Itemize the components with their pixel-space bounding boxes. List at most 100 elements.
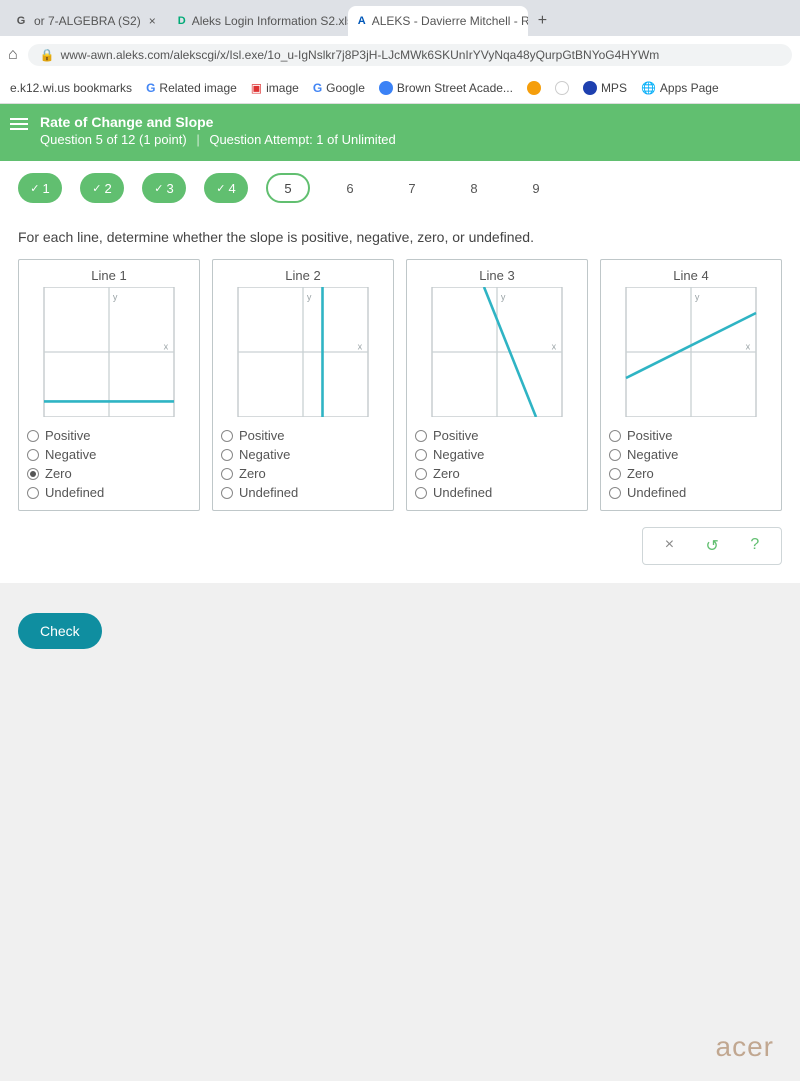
browser-tab-active[interactable]: A ALEKS - Davierre Mitchell - Rate × <box>348 6 528 36</box>
new-tab-button[interactable]: + <box>528 6 557 36</box>
bookmark-item[interactable]: e.k12.wi.us bookmarks <box>10 81 132 95</box>
q-num: 8 <box>470 181 477 196</box>
question-content: For each line, determine whether the slo… <box>0 215 800 583</box>
site-icon <box>555 81 569 95</box>
line-card: Line 4 y x Positive Negative Zero Undefi… <box>600 259 782 511</box>
question-pill[interactable]: 9 <box>514 173 558 203</box>
q-num: 2 <box>104 181 111 196</box>
radio-icon <box>221 449 233 461</box>
option-label: Undefined <box>239 485 298 500</box>
q-num: 6 <box>346 181 353 196</box>
bookmark-item[interactable]: 🌐 Apps Page <box>641 81 719 95</box>
option-label: Zero <box>433 466 460 481</box>
option-label: Undefined <box>433 485 492 500</box>
bookmark-item[interactable]: Brown Street Acade... <box>379 81 513 95</box>
option-label: Zero <box>45 466 72 481</box>
radio-icon <box>609 487 621 499</box>
question-pill[interactable]: ✓1 <box>18 173 62 203</box>
radio-icon <box>221 468 233 480</box>
question-pill-current[interactable]: 5 <box>266 173 310 203</box>
svg-text:y: y <box>113 292 118 302</box>
option-group: Positive Negative Zero Undefined <box>27 428 191 500</box>
bookmark-item[interactable]: G Related image <box>146 81 237 95</box>
q-num: 3 <box>166 181 173 196</box>
question-pill[interactable]: 7 <box>390 173 434 203</box>
menu-icon[interactable] <box>10 118 28 130</box>
option-undefined[interactable]: Undefined <box>221 485 385 500</box>
question-pill[interactable]: ✓4 <box>204 173 248 203</box>
bookmark-label: Apps Page <box>660 81 719 95</box>
option-negative[interactable]: Negative <box>27 447 191 462</box>
bookmark-item[interactable] <box>527 81 541 95</box>
svg-text:x: x <box>746 341 751 351</box>
question-pill[interactable]: 8 <box>452 173 496 203</box>
answer-tools: × ↺ ? <box>642 527 782 565</box>
option-label: Positive <box>239 428 285 443</box>
bookmark-label: Related image <box>159 81 236 95</box>
radio-icon <box>27 468 39 480</box>
radio-icon <box>221 430 233 442</box>
option-positive[interactable]: Positive <box>221 428 385 443</box>
help-button[interactable]: ? <box>750 536 759 556</box>
close-icon[interactable]: × <box>147 14 158 28</box>
option-label: Zero <box>239 466 266 481</box>
favicon: G <box>14 14 28 28</box>
option-negative[interactable]: Negative <box>415 447 579 462</box>
bookmark-label: Google <box>326 81 365 95</box>
q-num: 5 <box>284 181 291 196</box>
site-icon <box>583 81 597 95</box>
question-pill[interactable]: ✓2 <box>80 173 124 203</box>
image-icon: ▣ <box>251 81 262 95</box>
topic-title: Rate of Change and Slope <box>40 114 786 130</box>
bookmark-item[interactable]: GGoogle <box>313 81 365 95</box>
bookmark-item[interactable] <box>555 81 569 95</box>
question-count: Question 5 of 12 (1 point) <box>40 132 187 147</box>
question-prompt: For each line, determine whether the slo… <box>18 229 782 245</box>
option-undefined[interactable]: Undefined <box>27 485 191 500</box>
check-row: Check <box>0 583 800 679</box>
check-button[interactable]: Check <box>18 613 102 649</box>
question-pill[interactable]: ✓3 <box>142 173 186 203</box>
option-group: Positive Negative Zero Undefined <box>221 428 385 500</box>
home-icon[interactable]: ⌂ <box>8 46 18 64</box>
globe-icon: 🌐 <box>641 81 656 95</box>
option-positive[interactable]: Positive <box>609 428 773 443</box>
site-icon <box>527 81 541 95</box>
aleks-header: Rate of Change and Slope Question 5 of 1… <box>0 104 800 161</box>
radio-icon <box>415 468 427 480</box>
option-zero[interactable]: Zero <box>415 466 579 481</box>
option-positive[interactable]: Positive <box>27 428 191 443</box>
option-label: Positive <box>627 428 673 443</box>
bookmark-label: e.k12.wi.us bookmarks <box>10 81 132 95</box>
radio-icon <box>27 487 39 499</box>
option-zero[interactable]: Zero <box>27 466 191 481</box>
clear-button[interactable]: × <box>665 536 674 556</box>
question-pill[interactable]: 6 <box>328 173 372 203</box>
option-undefined[interactable]: Undefined <box>415 485 579 500</box>
reset-button[interactable]: ↺ <box>706 536 719 556</box>
url-input[interactable]: 🔒 www-awn.aleks.com/alekscgi/x/Isl.exe/1… <box>28 44 792 66</box>
question-nav: ✓1 ✓2 ✓3 ✓4 5 6 7 8 9 <box>0 161 800 215</box>
google-icon: G <box>146 81 155 95</box>
svg-text:y: y <box>501 292 506 302</box>
bookmark-item[interactable]: ▣image <box>251 81 299 95</box>
mini-graph: y x <box>415 287 579 417</box>
option-label: Negative <box>433 447 484 462</box>
option-positive[interactable]: Positive <box>415 428 579 443</box>
browser-tab[interactable]: G or 7-ALGEBRA (S2) × <box>4 6 168 36</box>
bookmarks-bar: e.k12.wi.us bookmarks G Related image ▣im… <box>0 74 800 104</box>
option-negative[interactable]: Negative <box>609 447 773 462</box>
option-label: Negative <box>627 447 678 462</box>
option-label: Undefined <box>45 485 104 500</box>
browser-tab[interactable]: D Aleks Login Information S2.xlsx × <box>168 6 348 36</box>
bookmark-item[interactable]: MPS <box>583 81 627 95</box>
svg-text:x: x <box>164 341 169 351</box>
option-zero[interactable]: Zero <box>221 466 385 481</box>
option-negative[interactable]: Negative <box>221 447 385 462</box>
card-title: Line 3 <box>415 268 579 283</box>
option-undefined[interactable]: Undefined <box>609 485 773 500</box>
option-zero[interactable]: Zero <box>609 466 773 481</box>
option-group: Positive Negative Zero Undefined <box>415 428 579 500</box>
option-label: Zero <box>627 466 654 481</box>
radio-icon <box>415 430 427 442</box>
